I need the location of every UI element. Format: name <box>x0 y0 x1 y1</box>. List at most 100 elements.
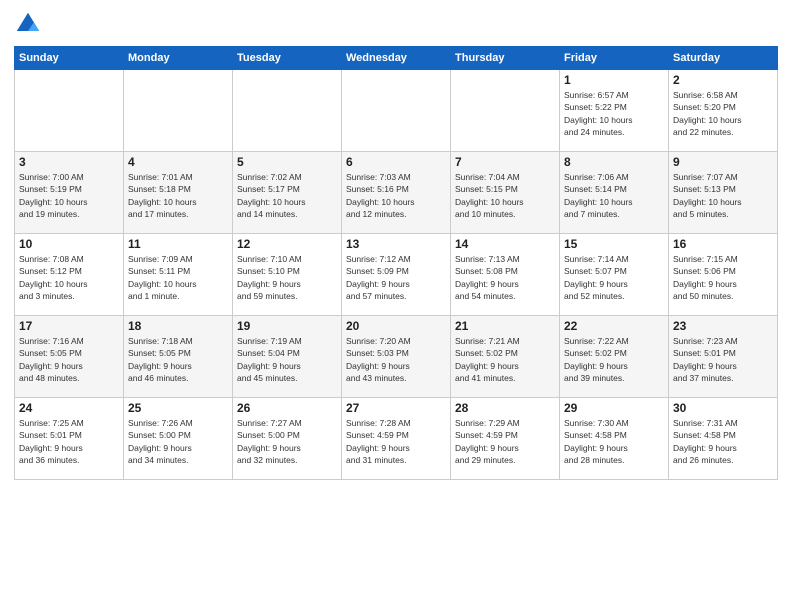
day-number: 25 <box>128 401 228 415</box>
day-info: Sunrise: 7:03 AM Sunset: 5:16 PM Dayligh… <box>346 171 446 220</box>
calendar-cell: 14 Sunrise: 7:13 AM Sunset: 5:08 PM Dayli… <box>451 234 560 316</box>
calendar-cell: 19 Sunrise: 7:19 AM Sunset: 5:04 PM Dayli… <box>233 316 342 398</box>
calendar-cell: 3 Sunrise: 7:00 AM Sunset: 5:19 PM Daylig… <box>15 152 124 234</box>
logo <box>14 10 46 38</box>
calendar-cell: 24 Sunrise: 7:25 AM Sunset: 5:01 PM Dayli… <box>15 398 124 480</box>
day-info: Sunrise: 7:28 AM Sunset: 4:59 PM Dayligh… <box>346 417 446 466</box>
calendar-cell: 18 Sunrise: 7:18 AM Sunset: 5:05 PM Dayli… <box>124 316 233 398</box>
day-number: 3 <box>19 155 119 169</box>
day-number: 18 <box>128 319 228 333</box>
calendar-cell: 11 Sunrise: 7:09 AM Sunset: 5:11 PM Dayli… <box>124 234 233 316</box>
calendar-cell <box>15 70 124 152</box>
day-info: Sunrise: 7:15 AM Sunset: 5:06 PM Dayligh… <box>673 253 773 302</box>
day-number: 4 <box>128 155 228 169</box>
weekday-header-row: SundayMondayTuesdayWednesdayThursdayFrid… <box>15 47 778 70</box>
weekday-header: Friday <box>560 47 669 70</box>
calendar-cell <box>124 70 233 152</box>
calendar-week-row: 10 Sunrise: 7:08 AM Sunset: 5:12 PM Dayli… <box>15 234 778 316</box>
day-number: 2 <box>673 73 773 87</box>
day-number: 19 <box>237 319 337 333</box>
calendar-cell <box>342 70 451 152</box>
weekday-header: Monday <box>124 47 233 70</box>
calendar-cell: 7Sunrise: 7:04 AM Sunset: 5:15 PM Daylig… <box>451 152 560 234</box>
calendar-cell: 15 Sunrise: 7:14 AM Sunset: 5:07 PM Dayli… <box>560 234 669 316</box>
calendar-cell: 28 Sunrise: 7:29 AM Sunset: 4:59 PM Dayli… <box>451 398 560 480</box>
day-number: 26 <box>237 401 337 415</box>
day-info: Sunrise: 7:29 AM Sunset: 4:59 PM Dayligh… <box>455 417 555 466</box>
day-info: Sunrise: 7:18 AM Sunset: 5:05 PM Dayligh… <box>128 335 228 384</box>
day-info: Sunrise: 7:14 AM Sunset: 5:07 PM Dayligh… <box>564 253 664 302</box>
day-number: 12 <box>237 237 337 251</box>
day-info: Sunrise: 7:06 AM Sunset: 5:14 PM Dayligh… <box>564 171 664 220</box>
day-number: 5 <box>237 155 337 169</box>
day-info: Sunrise: 7:07 AM Sunset: 5:13 PM Dayligh… <box>673 171 773 220</box>
calendar-cell: 17 Sunrise: 7:16 AM Sunset: 5:05 PM Dayli… <box>15 316 124 398</box>
day-info: Sunrise: 7:26 AM Sunset: 5:00 PM Dayligh… <box>128 417 228 466</box>
day-info: Sunrise: 7:19 AM Sunset: 5:04 PM Dayligh… <box>237 335 337 384</box>
day-number: 28 <box>455 401 555 415</box>
day-number: 11 <box>128 237 228 251</box>
day-info: Sunrise: 7:00 AM Sunset: 5:19 PM Dayligh… <box>19 171 119 220</box>
calendar-week-row: 3 Sunrise: 7:00 AM Sunset: 5:19 PM Daylig… <box>15 152 778 234</box>
calendar-cell <box>451 70 560 152</box>
day-info: Sunrise: 7:16 AM Sunset: 5:05 PM Dayligh… <box>19 335 119 384</box>
day-number: 24 <box>19 401 119 415</box>
header <box>14 10 778 38</box>
weekday-header: Tuesday <box>233 47 342 70</box>
page-container: SundayMondayTuesdayWednesdayThursdayFrid… <box>0 0 792 488</box>
calendar-cell: 30 Sunrise: 7:31 AM Sunset: 4:58 PM Dayli… <box>669 398 778 480</box>
day-info: Sunrise: 7:27 AM Sunset: 5:00 PM Dayligh… <box>237 417 337 466</box>
calendar-cell: 27 Sunrise: 7:28 AM Sunset: 4:59 PM Dayli… <box>342 398 451 480</box>
calendar-cell: 13 Sunrise: 7:12 AM Sunset: 5:09 PM Dayli… <box>342 234 451 316</box>
day-number: 16 <box>673 237 773 251</box>
day-number: 1 <box>564 73 664 87</box>
day-info: Sunrise: 6:58 AM Sunset: 5:20 PM Dayligh… <box>673 89 773 138</box>
calendar-cell: 1Sunrise: 6:57 AM Sunset: 5:22 PM Daylig… <box>560 70 669 152</box>
day-number: 14 <box>455 237 555 251</box>
weekday-header: Thursday <box>451 47 560 70</box>
calendar-cell: 9 Sunrise: 7:07 AM Sunset: 5:13 PM Daylig… <box>669 152 778 234</box>
day-number: 30 <box>673 401 773 415</box>
day-info: Sunrise: 7:12 AM Sunset: 5:09 PM Dayligh… <box>346 253 446 302</box>
calendar-cell: 26 Sunrise: 7:27 AM Sunset: 5:00 PM Dayli… <box>233 398 342 480</box>
day-info: Sunrise: 7:21 AM Sunset: 5:02 PM Dayligh… <box>455 335 555 384</box>
day-number: 9 <box>673 155 773 169</box>
logo-icon <box>14 10 42 38</box>
calendar-cell: 21Sunrise: 7:21 AM Sunset: 5:02 PM Dayli… <box>451 316 560 398</box>
calendar-table: SundayMondayTuesdayWednesdayThursdayFrid… <box>14 46 778 480</box>
weekday-header: Sunday <box>15 47 124 70</box>
calendar-cell: 2 Sunrise: 6:58 AM Sunset: 5:20 PM Daylig… <box>669 70 778 152</box>
day-number: 8 <box>564 155 664 169</box>
day-info: Sunrise: 7:30 AM Sunset: 4:58 PM Dayligh… <box>564 417 664 466</box>
day-info: Sunrise: 7:13 AM Sunset: 5:08 PM Dayligh… <box>455 253 555 302</box>
day-number: 27 <box>346 401 446 415</box>
calendar-cell: 29 Sunrise: 7:30 AM Sunset: 4:58 PM Dayli… <box>560 398 669 480</box>
calendar-cell <box>233 70 342 152</box>
day-number: 17 <box>19 319 119 333</box>
calendar-week-row: 1Sunrise: 6:57 AM Sunset: 5:22 PM Daylig… <box>15 70 778 152</box>
day-info: Sunrise: 7:09 AM Sunset: 5:11 PM Dayligh… <box>128 253 228 302</box>
day-number: 15 <box>564 237 664 251</box>
weekday-header: Wednesday <box>342 47 451 70</box>
calendar-cell: 4 Sunrise: 7:01 AM Sunset: 5:18 PM Daylig… <box>124 152 233 234</box>
calendar-cell: 25 Sunrise: 7:26 AM Sunset: 5:00 PM Dayli… <box>124 398 233 480</box>
calendar-cell: 20Sunrise: 7:20 AM Sunset: 5:03 PM Dayli… <box>342 316 451 398</box>
day-info: Sunrise: 7:01 AM Sunset: 5:18 PM Dayligh… <box>128 171 228 220</box>
day-number: 23 <box>673 319 773 333</box>
calendar-cell: 8 Sunrise: 7:06 AM Sunset: 5:14 PM Daylig… <box>560 152 669 234</box>
calendar-cell: 22Sunrise: 7:22 AM Sunset: 5:02 PM Dayli… <box>560 316 669 398</box>
calendar-week-row: 17 Sunrise: 7:16 AM Sunset: 5:05 PM Dayli… <box>15 316 778 398</box>
day-info: Sunrise: 7:25 AM Sunset: 5:01 PM Dayligh… <box>19 417 119 466</box>
day-number: 10 <box>19 237 119 251</box>
day-info: Sunrise: 7:22 AM Sunset: 5:02 PM Dayligh… <box>564 335 664 384</box>
calendar-cell: 10 Sunrise: 7:08 AM Sunset: 5:12 PM Dayli… <box>15 234 124 316</box>
day-number: 29 <box>564 401 664 415</box>
day-info: Sunrise: 7:31 AM Sunset: 4:58 PM Dayligh… <box>673 417 773 466</box>
day-info: Sunrise: 7:08 AM Sunset: 5:12 PM Dayligh… <box>19 253 119 302</box>
day-number: 13 <box>346 237 446 251</box>
day-info: Sunrise: 7:20 AM Sunset: 5:03 PM Dayligh… <box>346 335 446 384</box>
calendar-cell: 6Sunrise: 7:03 AM Sunset: 5:16 PM Daylig… <box>342 152 451 234</box>
calendar-cell: 12Sunrise: 7:10 AM Sunset: 5:10 PM Dayli… <box>233 234 342 316</box>
calendar-cell: 5Sunrise: 7:02 AM Sunset: 5:17 PM Daylig… <box>233 152 342 234</box>
calendar-week-row: 24 Sunrise: 7:25 AM Sunset: 5:01 PM Dayli… <box>15 398 778 480</box>
